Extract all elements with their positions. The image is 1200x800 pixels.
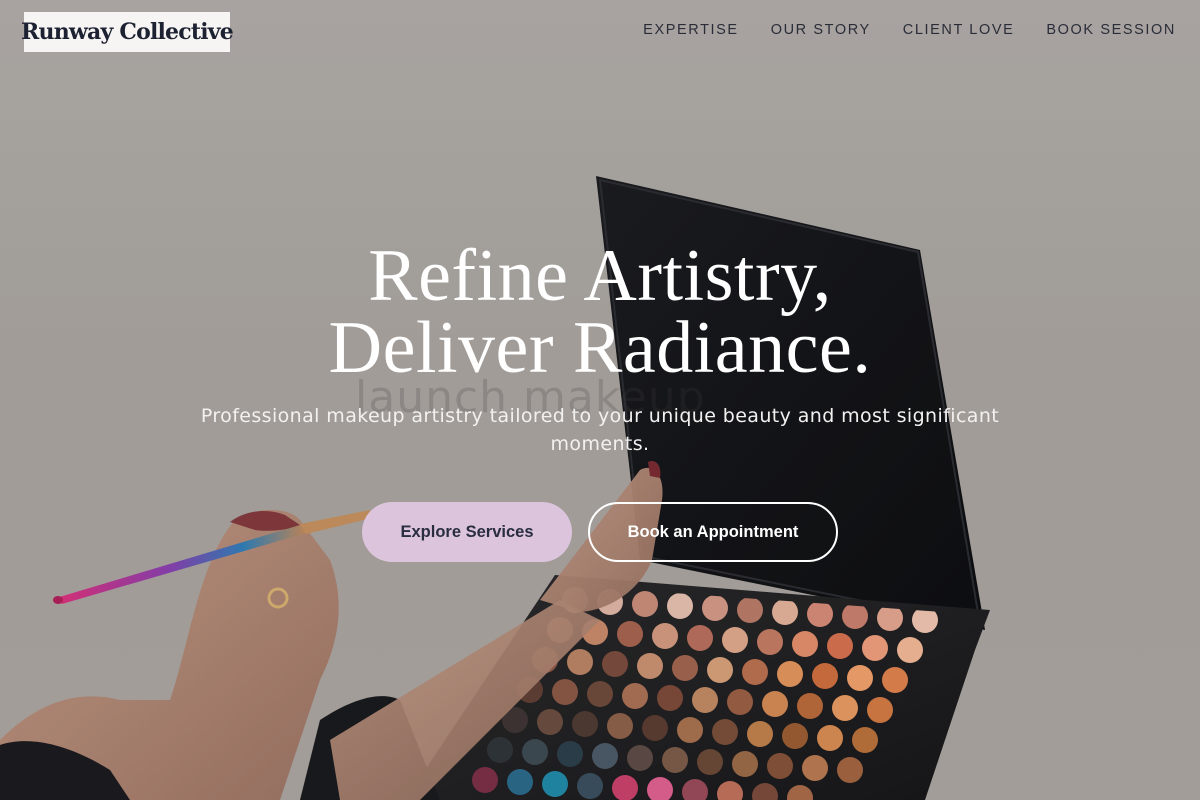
nav-item-our-story[interactable]: OUR STORY bbox=[771, 22, 871, 38]
nav-item-book-session[interactable]: BOOK SESSION bbox=[1046, 22, 1176, 38]
hero-headline: Refine Artistry, Deliver Radiance. bbox=[0, 235, 1200, 389]
brand-name: Runway Collective bbox=[21, 19, 234, 45]
book-appointment-button[interactable]: Book an Appointment bbox=[588, 502, 838, 562]
main-nav: EXPERTISE OUR STORY CLIENT LOVE BOOK SES… bbox=[643, 22, 1176, 38]
hero-headline-line-1: Refine Artistry, bbox=[368, 235, 832, 317]
hero-subtitle: Professional makeup artistry tailored to… bbox=[200, 405, 1000, 455]
hero-cta-group: Explore Services Book an Appointment bbox=[0, 502, 1200, 562]
hero-section: launch makeup Runway Collective EXPERTIS… bbox=[0, 0, 1200, 800]
hero-headline-line-2: Deliver Radiance. bbox=[328, 307, 872, 389]
nav-item-client-love[interactable]: CLIENT LOVE bbox=[903, 22, 1015, 38]
explore-services-button[interactable]: Explore Services bbox=[362, 502, 572, 562]
nav-item-expertise[interactable]: EXPERTISE bbox=[643, 22, 739, 38]
brand-logo[interactable]: Runway Collective bbox=[21, 12, 234, 52]
hero-content: Refine Artistry, Deliver Radiance. Profe… bbox=[0, 235, 1200, 458]
